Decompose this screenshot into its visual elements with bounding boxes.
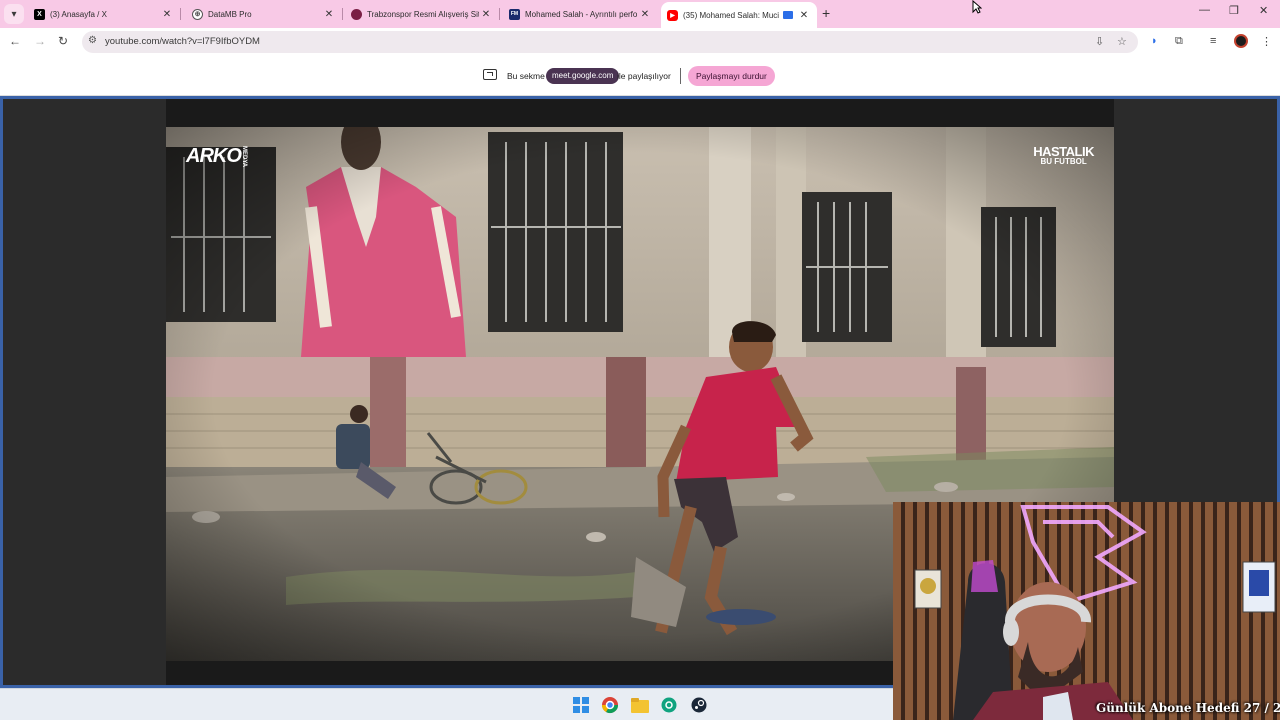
close-icon[interactable]: ✕: [638, 9, 652, 20]
chatgpt-icon[interactable]: [659, 695, 679, 715]
steam-icon[interactable]: [689, 695, 709, 715]
webcam-overlay: [893, 502, 1280, 720]
restore-button[interactable]: ❐: [1229, 4, 1239, 17]
media-control-icon[interactable]: ≡: [1210, 35, 1216, 47]
tab-title: (3) Anasayfa / X: [50, 9, 107, 19]
tab-x[interactable]: X (3) Anasayfa / X ✕: [28, 2, 181, 26]
youtube-icon: ▶: [667, 9, 678, 21]
extension-audio-icon[interactable]: ◗: [1151, 35, 1158, 47]
hastalik-logo: HASTALIK BU FUTBOL: [1033, 144, 1094, 166]
mouse-cursor-icon: [972, 0, 982, 14]
back-button[interactable]: ←: [9, 34, 21, 48]
new-tab-button[interactable]: +: [822, 5, 830, 21]
reload-button[interactable]: ↻: [58, 34, 68, 48]
bookmark-star-icon[interactable]: ☆: [1117, 35, 1127, 48]
tab-title: (35) Mohamed Salah: Mucize: [683, 10, 779, 20]
tab-title: Mohamed Salah - Ayrıntılı perfo: [525, 9, 638, 19]
close-window-button[interactable]: ✕: [1259, 4, 1268, 17]
fm-icon: FM: [509, 8, 520, 20]
tab-separator: [342, 8, 343, 20]
share-suffix-text: ile paylaşılıyor: [617, 71, 671, 81]
tab-strip: ▾ X (3) Anasayfa / X ✕ ⊕ DataMB Pro ✕ Tr…: [0, 0, 1280, 28]
tab-separator: [499, 8, 500, 20]
close-icon[interactable]: ✕: [797, 10, 811, 21]
address-bar[interactable]: ⚙ youtube.com/watch?v=l7F9IfbOYDM ⇩ ☆: [82, 31, 1138, 53]
close-icon[interactable]: ✕: [322, 9, 336, 20]
tab-title: DataMB Pro: [208, 9, 252, 19]
tab-search-button[interactable]: ▾: [4, 4, 24, 24]
file-explorer-icon[interactable]: [630, 695, 650, 715]
site-info-icon[interactable]: ⚙: [88, 35, 97, 46]
install-app-icon[interactable]: ⇩: [1095, 35, 1104, 48]
windows-start-icon[interactable]: [571, 695, 591, 715]
more-menu-icon[interactable]: ⋮: [1261, 35, 1272, 48]
share-prefix-text: Bu sekme: [507, 71, 545, 81]
share-notification-bar: Bu sekme meet.google.com ile paylaşılıyo…: [0, 56, 1280, 96]
forward-button[interactable]: →: [34, 34, 46, 48]
tab-youtube[interactable]: ▶ (35) Mohamed Salah: Mucize ✕: [661, 2, 817, 28]
address-text: youtube.com/watch?v=l7F9IfbOYDM: [105, 36, 260, 47]
close-icon[interactable]: ✕: [160, 9, 174, 20]
close-icon[interactable]: ✕: [479, 9, 493, 20]
extensions-puzzle-icon[interactable]: ⧉: [1175, 35, 1183, 48]
screen-share-icon: [483, 69, 497, 80]
datamb-icon: ⊕: [192, 8, 203, 20]
stop-sharing-button[interactable]: Paylaşmayı durdur: [688, 66, 775, 86]
screen-share-icon: [783, 11, 793, 19]
chevron-down-icon: ▾: [11, 8, 17, 20]
minimize-button[interactable]: —: [1199, 4, 1210, 16]
share-site-badge: meet.google.com: [546, 68, 620, 84]
chrome-icon[interactable]: [600, 695, 620, 715]
tab-title: Trabzonspor Resmi Alışveriş Sit: [367, 9, 479, 19]
subscriber-goal-label: Günlük Abone Hedefi 27 / 20: [1096, 701, 1280, 715]
profile-avatar[interactable]: [1234, 34, 1248, 48]
browser-toolbar: ← → ↻ ⚙ youtube.com/watch?v=l7F9IfbOYDM …: [0, 28, 1280, 56]
tab-trabzonspor[interactable]: Trabzonspor Resmi Alışveriş Sit ✕: [345, 2, 500, 26]
divider: [680, 68, 681, 84]
tab-separator: [180, 8, 181, 20]
os-taskbar: [0, 688, 893, 720]
tab-datamb[interactable]: ⊕ DataMB Pro ✕: [186, 2, 343, 26]
webcam-scene: [893, 502, 1280, 720]
arko-logo: ARKOMEDYA: [186, 145, 247, 168]
x-icon: X: [34, 8, 45, 20]
trabzonspor-icon: [351, 8, 362, 20]
tab-fm[interactable]: FM Mohamed Salah - Ayrıntılı perfo ✕: [503, 2, 658, 26]
